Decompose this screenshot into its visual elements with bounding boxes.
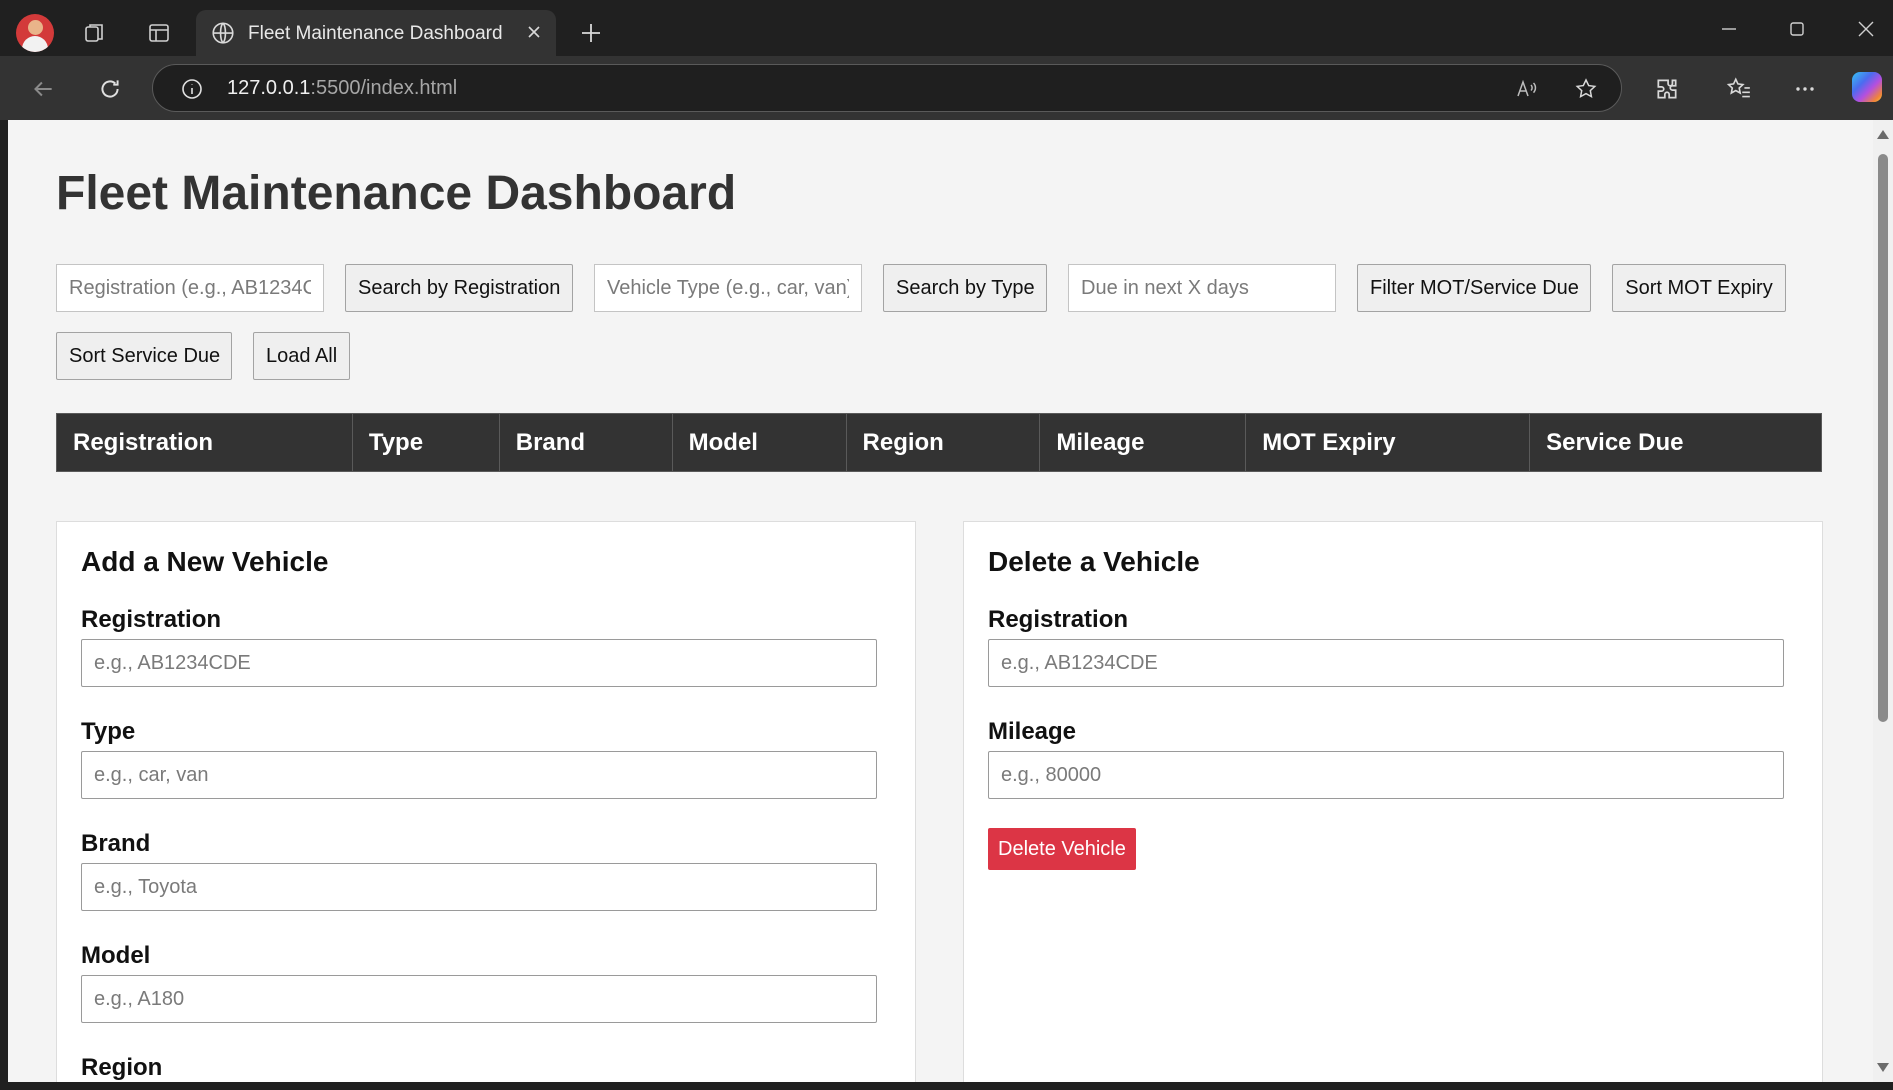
maximize-icon[interactable] (1784, 16, 1810, 42)
page-viewport: Fleet Maintenance Dashboard Search by Re… (8, 120, 1873, 1082)
scrollbar-thumb[interactable] (1878, 154, 1888, 722)
add-registration-input[interactable] (81, 639, 877, 687)
new-tab-icon[interactable] (578, 20, 604, 46)
column-header-registration[interactable]: Registration (56, 413, 353, 472)
browser-tab-strip: Fleet Maintenance Dashboard (0, 0, 1893, 64)
search-by-registration-button[interactable]: Search by Registration (345, 264, 573, 312)
add-registration-label: Registration (81, 606, 222, 633)
filter-mot-service-due-button[interactable]: Filter MOT/Service Due (1357, 264, 1591, 312)
add-model-label: Model (81, 942, 151, 969)
url-path: :5500/index.html (310, 77, 458, 99)
column-header-service-due[interactable]: Service Due (1529, 413, 1822, 472)
add-vehicle-heading: Add a New Vehicle (81, 546, 329, 577)
search-by-type-button[interactable]: Search by Type (883, 264, 1047, 312)
profile-avatar[interactable] (16, 14, 54, 52)
scroll-up-arrow-icon[interactable] (1877, 130, 1889, 139)
active-tab[interactable]: Fleet Maintenance Dashboard (196, 10, 556, 56)
column-header-model[interactable]: Model (671, 413, 847, 472)
delete-vehicle-button[interactable]: Delete Vehicle (988, 828, 1136, 870)
page-scrollbar[interactable] (1873, 120, 1893, 1082)
sort-mot-expiry-button[interactable]: Sort MOT Expiry (1612, 264, 1786, 312)
delete-vehicle-panel: Delete a Vehicle Registration Mileage De… (963, 521, 1823, 1082)
url-host: 127.0.0.1 (227, 77, 311, 99)
workspaces-icon[interactable] (82, 20, 108, 46)
page-title: Fleet Maintenance Dashboard (56, 167, 737, 220)
back-icon[interactable] (28, 74, 58, 104)
copilot-icon[interactable] (1852, 72, 1882, 102)
column-header-mot-expiry[interactable]: MOT Expiry (1245, 413, 1531, 472)
close-icon[interactable] (522, 20, 546, 44)
due-days-input[interactable] (1068, 264, 1336, 312)
tab-actions-icon[interactable] (146, 20, 172, 46)
add-type-label: Type (81, 718, 136, 745)
extensions-icon[interactable] (1652, 74, 1682, 104)
add-vehicle-panel: Add a New Vehicle Registration Type Bran… (56, 521, 916, 1082)
delete-registration-label: Registration (988, 606, 1129, 633)
refresh-icon[interactable] (95, 74, 125, 104)
info-icon[interactable] (179, 76, 205, 102)
column-header-type[interactable]: Type (351, 413, 500, 472)
registration-search-input[interactable] (56, 264, 324, 312)
column-header-mileage[interactable]: Mileage (1039, 413, 1247, 472)
favorite-star-icon[interactable] (1573, 76, 1599, 102)
column-header-region[interactable]: Region (845, 413, 1041, 472)
address-bar[interactable]: 127.0.0.1:5500/index.html (152, 64, 1622, 112)
tab-title: Fleet Maintenance Dashboard (248, 23, 503, 44)
table-header-row: Registration Type Brand Model Region Mil… (56, 413, 1822, 472)
globe-icon (210, 20, 236, 51)
add-model-input[interactable] (81, 975, 877, 1023)
favorites-icon[interactable] (1724, 74, 1754, 104)
delete-registration-input[interactable] (988, 639, 1784, 687)
url-text[interactable]: 127.0.0.1:5500/index.html (227, 77, 457, 100)
column-header-brand[interactable]: Brand (498, 413, 673, 472)
scroll-down-arrow-icon[interactable] (1877, 1063, 1889, 1072)
minimize-icon[interactable] (1716, 16, 1742, 42)
read-aloud-icon[interactable] (1513, 76, 1539, 102)
avatar-head (28, 20, 43, 35)
sort-service-due-button[interactable]: Sort Service Due (56, 332, 232, 380)
vehicle-type-search-input[interactable] (594, 264, 862, 312)
add-brand-input[interactable] (81, 863, 877, 911)
window-close-icon[interactable] (1853, 16, 1879, 42)
browser-toolbar: 127.0.0.1:5500/index.html (0, 56, 1893, 120)
avatar-shoulders (22, 36, 48, 52)
more-icon[interactable] (1790, 74, 1820, 104)
load-all-button[interactable]: Load All (253, 332, 350, 380)
vehicles-table: Registration Type Brand Model Region Mil… (56, 413, 1822, 472)
add-brand-label: Brand (81, 830, 151, 857)
delete-mileage-input[interactable] (988, 751, 1784, 799)
delete-mileage-label: Mileage (988, 718, 1077, 745)
delete-vehicle-heading: Delete a Vehicle (988, 546, 1200, 577)
add-region-label: Region (81, 1054, 163, 1081)
add-type-input[interactable] (81, 751, 877, 799)
